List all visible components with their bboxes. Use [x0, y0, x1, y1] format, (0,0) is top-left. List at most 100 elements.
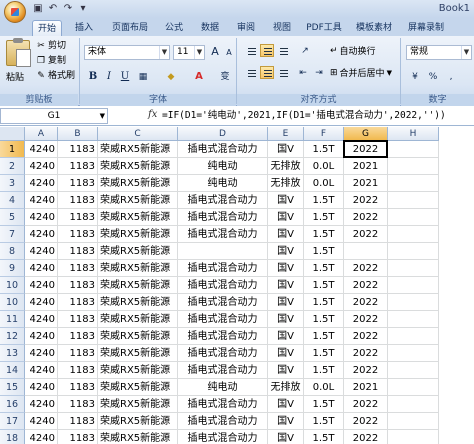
cell-g[interactable]: 2022	[344, 294, 388, 311]
tab-data[interactable]: 数据	[196, 20, 224, 36]
cell-a[interactable]: 4240	[25, 192, 58, 209]
row-header[interactable]: 18	[0, 430, 25, 444]
cell-e[interactable]: 国V	[268, 328, 304, 345]
cell-e[interactable]: 国V	[268, 260, 304, 277]
cell-f[interactable]: 1.5T	[304, 294, 344, 311]
cell-d[interactable]: 插电式混合动力	[178, 362, 268, 379]
cell-d[interactable]: 插电式混合动力	[178, 141, 268, 158]
row-header[interactable]: 17	[0, 413, 25, 430]
cell-e[interactable]: 国V	[268, 311, 304, 328]
cell-f[interactable]: 1.5T	[304, 243, 344, 260]
cell-c[interactable]: 荣威RX5新能源	[98, 175, 178, 192]
cell-b[interactable]: 1183	[58, 260, 98, 277]
cell-a[interactable]: 4240	[25, 396, 58, 413]
cell-b[interactable]: 1183	[58, 243, 98, 260]
tab-screen-record[interactable]: 屏幕录制	[404, 20, 448, 36]
column-header-e[interactable]: E	[268, 127, 304, 141]
fill-color-icon[interactable]: ◆	[164, 70, 178, 84]
italic-icon[interactable]: I	[102, 70, 116, 84]
name-box[interactable]: G1 ▼	[0, 108, 108, 124]
number-format-select[interactable]: 常规 ▼	[406, 45, 472, 60]
grow-font-icon[interactable]: A	[208, 45, 222, 59]
cell-f[interactable]: 1.5T	[304, 345, 344, 362]
cell-h[interactable]	[388, 243, 439, 260]
cell-d[interactable]: 插电式混合动力	[178, 328, 268, 345]
row-header[interactable]: 11	[0, 311, 25, 328]
paste-button[interactable]: 粘贴	[6, 70, 24, 83]
currency-icon[interactable]: ¥	[408, 70, 422, 84]
cell-d[interactable]: 插电式混合动力	[178, 396, 268, 413]
shrink-font-icon[interactable]: A	[222, 46, 236, 60]
tab-page-layout[interactable]: 页面布局	[108, 20, 152, 36]
cell-d[interactable]: 纯电动	[178, 158, 268, 175]
cell-d[interactable]: 纯电动	[178, 379, 268, 396]
cell-a[interactable]: 4240	[25, 430, 58, 444]
row-header[interactable]: 12	[0, 328, 25, 345]
cell-h[interactable]	[388, 311, 439, 328]
cell-h[interactable]	[388, 362, 439, 379]
column-header-b[interactable]: B	[58, 127, 98, 141]
tab-view[interactable]: 视图	[268, 20, 296, 36]
cell-b[interactable]: 1183	[58, 413, 98, 430]
cell-g[interactable]: 2022	[344, 413, 388, 430]
cell-b[interactable]: 1183	[58, 430, 98, 444]
cell-a[interactable]: 4240	[25, 311, 58, 328]
tab-formulas[interactable]: 公式	[160, 20, 188, 36]
undo-icon[interactable]: ↶	[47, 3, 59, 15]
cell-f[interactable]: 1.5T	[304, 311, 344, 328]
row-header[interactable]: 15	[0, 379, 25, 396]
cell-d[interactable]: 插电式混合动力	[178, 311, 268, 328]
cell-b[interactable]: 1183	[58, 158, 98, 175]
cell-d[interactable]: 插电式混合动力	[178, 294, 268, 311]
cell-c[interactable]: 荣威RX5新能源	[98, 379, 178, 396]
formula-input[interactable]: =IF(D1='纯电动',2021,IF(D1='插电式混合动力',2022,'…	[162, 108, 474, 124]
cell-a[interactable]: 4240	[25, 379, 58, 396]
cell-c[interactable]: 荣威RX5新能源	[98, 226, 178, 243]
cut-button[interactable]: ✂ 剪切	[36, 40, 66, 52]
save-icon[interactable]: ▣	[32, 3, 44, 15]
cell-d[interactable]: 插电式混合动力	[178, 277, 268, 294]
cell-c[interactable]: 荣威RX5新能源	[98, 328, 178, 345]
cell-a[interactable]: 4240	[25, 294, 58, 311]
cell-d[interactable]: 插电式混合动力	[178, 345, 268, 362]
cell-e[interactable]: 国V	[268, 294, 304, 311]
tab-insert[interactable]: 插入	[70, 20, 98, 36]
increase-indent-icon[interactable]: ⇥	[312, 66, 326, 80]
align-middle-icon[interactable]	[260, 44, 274, 57]
cell-g[interactable]: 2022	[344, 396, 388, 413]
cell-e[interactable]: 国V	[268, 277, 304, 294]
cell-h[interactable]	[388, 141, 439, 158]
cell-b[interactable]: 1183	[58, 277, 98, 294]
cell-c[interactable]: 荣威RX5新能源	[98, 345, 178, 362]
cell-e[interactable]: 国V	[268, 192, 304, 209]
cell-c[interactable]: 荣威RX5新能源	[98, 260, 178, 277]
tab-review[interactable]: 审阅	[232, 20, 260, 36]
cell-a[interactable]: 4240	[25, 345, 58, 362]
cell-e[interactable]: 无排放	[268, 175, 304, 192]
cell-h[interactable]	[388, 192, 439, 209]
cell-g[interactable]: 2021	[344, 379, 388, 396]
cell-c[interactable]: 荣威RX5新能源	[98, 430, 178, 444]
cell-a[interactable]: 4240	[25, 277, 58, 294]
cell-g[interactable]	[344, 243, 388, 260]
cell-g[interactable]: 2022	[344, 362, 388, 379]
cell-d[interactable]: 纯电动	[178, 175, 268, 192]
cell-f[interactable]: 0.0L	[304, 175, 344, 192]
column-header-c[interactable]: C	[98, 127, 178, 141]
tab-home[interactable]: 开始	[32, 20, 62, 36]
cell-e[interactable]: 国V	[268, 209, 304, 226]
row-header[interactable]: 13	[0, 345, 25, 362]
cell-b[interactable]: 1183	[58, 192, 98, 209]
cell-d[interactable]: 插电式混合动力	[178, 226, 268, 243]
font-size-select[interactable]: 11 ▼	[173, 45, 205, 60]
cell-g[interactable]: 2021	[344, 175, 388, 192]
cell-c[interactable]: 荣威RX5新能源	[98, 413, 178, 430]
cell-a[interactable]: 4240	[25, 260, 58, 277]
cell-b[interactable]: 1183	[58, 141, 98, 158]
cell-c[interactable]: 荣威RX5新能源	[98, 141, 178, 158]
cell-e[interactable]: 无排放	[268, 379, 304, 396]
cell-g[interactable]: 2022	[344, 260, 388, 277]
comma-style-icon[interactable]: ,	[444, 70, 458, 84]
cell-h[interactable]	[388, 294, 439, 311]
cell-e[interactable]: 国V	[268, 413, 304, 430]
